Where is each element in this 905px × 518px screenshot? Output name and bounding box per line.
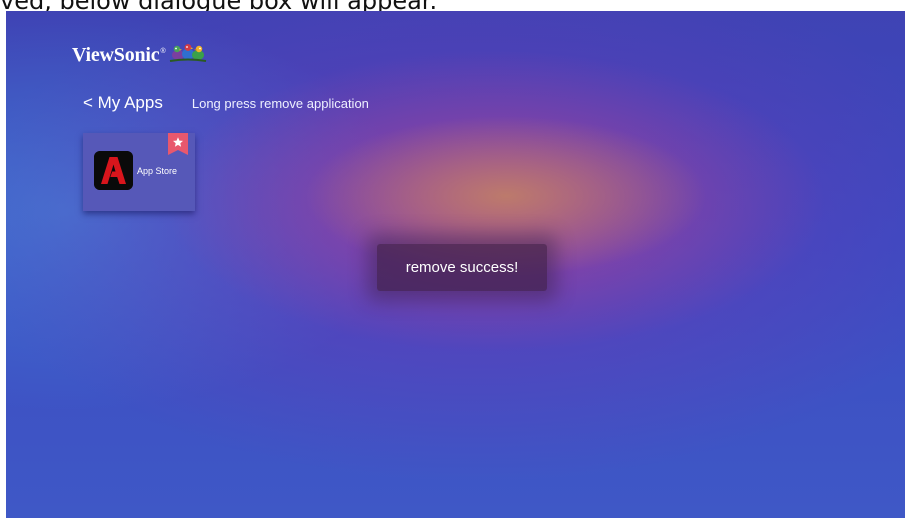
favorite-star-icon — [168, 133, 188, 155]
back-button[interactable]: < My Apps — [83, 93, 163, 113]
viewsonic-logo: ViewSonic ® — [72, 43, 207, 67]
remove-success-toast: remove success! — [377, 244, 547, 291]
birds-logo-icon — [169, 44, 206, 62]
page: ved, below dialogue box will appear. Vie… — [0, 0, 905, 518]
app-icon — [94, 151, 133, 190]
app-label: App Store — [137, 166, 178, 176]
launcher-screen: ViewSonic ® < My Apps Long press remove … — [6, 11, 905, 518]
my-apps-header: < My Apps Long press remove application — [83, 93, 369, 113]
toast-message: remove success! — [405, 259, 519, 276]
registered-mark: ® — [160, 48, 166, 55]
long-press-hint: Long press remove application — [191, 95, 369, 111]
brand-name: ViewSonic — [72, 43, 160, 66]
adobe-app-icon — [94, 151, 133, 190]
